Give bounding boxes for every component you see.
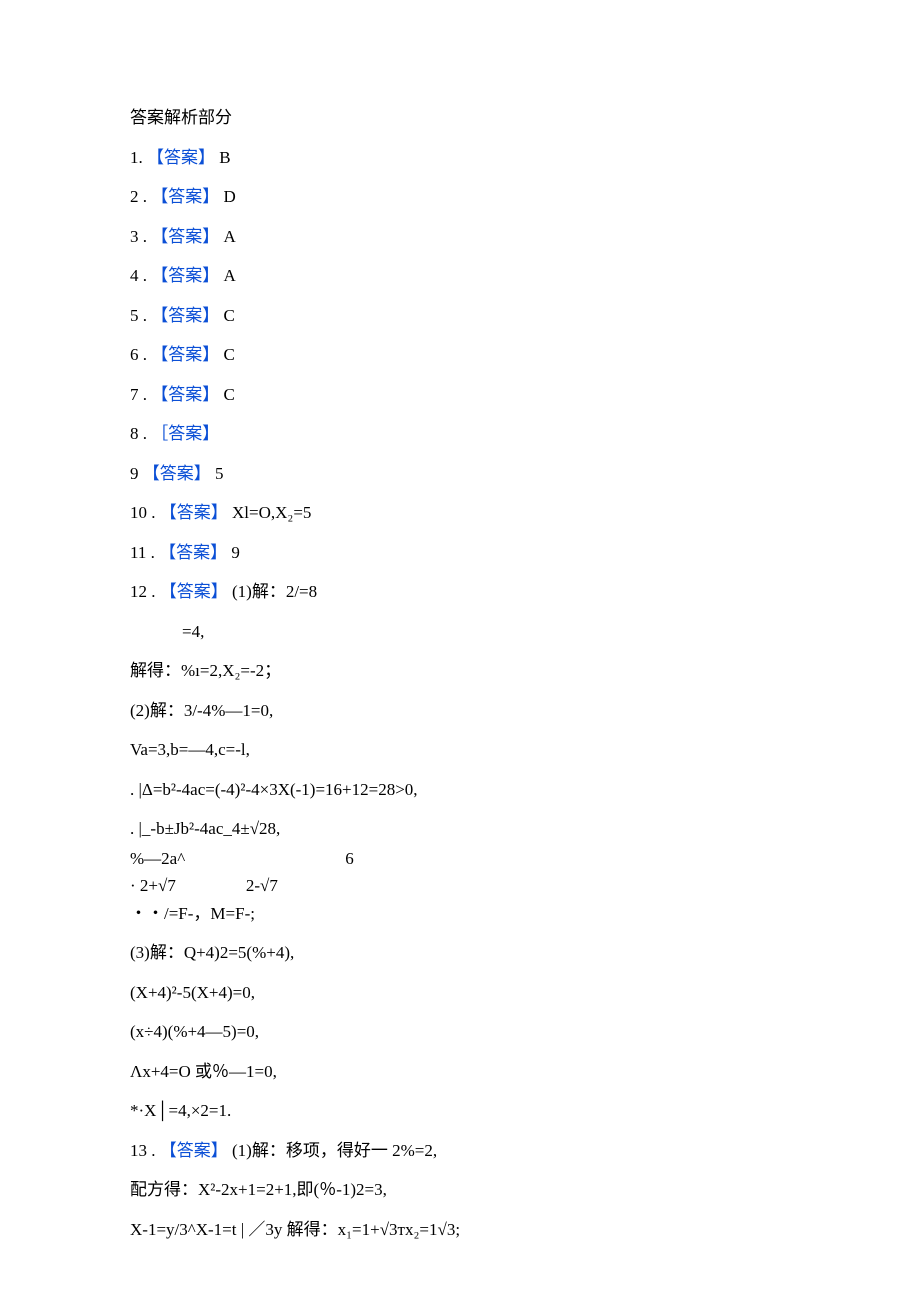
solution-line: X-1=y/3^X-1=t | ／3y 解得：x₁=1+√3тx₂=1√3; [130,1217,790,1243]
answer-item-11: 11 . 【答案】 9 [130,540,790,566]
solution-line: (2)解：3/-4%—1=0, [130,698,790,724]
answer-value: C [224,385,235,404]
solution-line: . |Δ=b²-4ac=(-4)²-4×3X(-1)=16+12=28>0, [130,777,790,803]
item-number: 13 . [130,1141,156,1160]
solution-line: 配方得：X²-2x+1=2+1,即(％-1)2=3, [130,1177,790,1203]
item-number: 1. [130,148,143,167]
answer-value: B [219,148,230,167]
root-1: · 2+√7 [130,873,176,899]
answer-item-5: 5 . 【答案】 C [130,303,790,329]
answer-item-8: 8 . ［答案】 [130,421,790,447]
item-number: 3 . [130,227,147,246]
answer-value: A [224,266,236,285]
answer-item-6: 6 . 【答案】 C [130,342,790,368]
item-number: 11 . [130,543,155,562]
answer-value: Xl=O,X₂=5 [232,503,311,522]
item-number: 12 . [130,582,156,601]
answer-item-10: 10 . 【答案】 Xl=O,X₂=5 [130,500,790,526]
solution-line: *·X│=4,×2=1. [130,1098,790,1124]
answer-value: C [224,345,235,364]
item-number: 8 . [130,424,147,443]
answer-label: 【答案】 [160,1141,228,1160]
item-number: 2 . [130,187,147,206]
solution-line: 解得：%ı=2,X₂=-2； [130,658,790,684]
answer-value: D [224,187,236,206]
answer-label: 【答案】 [151,345,219,364]
answer-item-4: 4 . 【答案】 A [130,263,790,289]
solution-line: (X+4)²-5(X+4)=0, [130,980,790,1006]
solution-frac-bottom: %—2a^ 6 [130,846,790,872]
answer-label: 【答案】 [143,464,211,483]
frac-denom-left: %—2a^ [130,846,185,872]
solution-line: Λx+4=O 或％—1=0, [130,1059,790,1085]
item-number: 7 . [130,385,147,404]
solution-line: (x÷4)(%+4—5)=0, [130,1019,790,1045]
solution-text: (1)解：2/=8 [232,582,317,601]
item-number: 5 . [130,306,147,325]
answer-value: C [224,306,235,325]
answer-label: 【答案】 [159,543,227,562]
item-number: 6 . [130,345,147,364]
answer-label-alt: ［答案】 [151,424,219,443]
root-2: 2-√7 [216,873,278,899]
solution-line: Va=3,b=—4,c=-l, [130,737,790,763]
answer-label: 【答案】 [151,187,219,206]
answer-item-3: 3 . 【答案】 A [130,224,790,250]
answer-label: 【答案】 [151,306,219,325]
solution-line: =4, [130,619,790,645]
answer-item-7: 7 . 【答案】 C [130,382,790,408]
solution-roots-row: · 2+√7 2-√7 [130,873,790,899]
solution-frac-top: . |_-b±Jb²-4ac_4±√28, [130,816,790,842]
answer-label: 【答案】 [147,148,215,167]
answer-item-9: 9 【答案】 5 [130,461,790,487]
answer-label: 【答案】 [160,582,228,601]
answer-label: 【答案】 [151,227,219,246]
answer-item-2: 2 . 【答案】 D [130,184,790,210]
answer-item-12-line1: 12 . 【答案】 (1)解：2/=8 [130,579,790,605]
answer-item-1: 1. 【答案】 B [130,145,790,171]
answer-value: 9 [231,543,240,562]
item-number: 10 . [130,503,156,522]
solution-text: (1)解：移项，得好一 2%=2, [232,1141,437,1160]
item-number: 4 . [130,266,147,285]
answer-label: 【答案】 [151,385,219,404]
solution-line: ・・/=F-，M=F-; [130,901,790,927]
section-title: 答案解析部分 [130,105,790,131]
answer-item-13-line1: 13 . 【答案】 (1)解：移项，得好一 2%=2, [130,1138,790,1164]
frac-denom-right: 6 [225,846,354,872]
item-number: 9 [130,464,139,483]
solution-line: (3)解：Q+4)2=5(%+4), [130,940,790,966]
answer-label: 【答案】 [151,266,219,285]
answer-key-page: 答案解析部分 1. 【答案】 B 2 . 【答案】 D 3 . 【答案】 A 4… [0,0,920,1316]
answer-label: 【答案】 [160,503,228,522]
answer-value: A [224,227,236,246]
answer-value: 5 [215,464,224,483]
